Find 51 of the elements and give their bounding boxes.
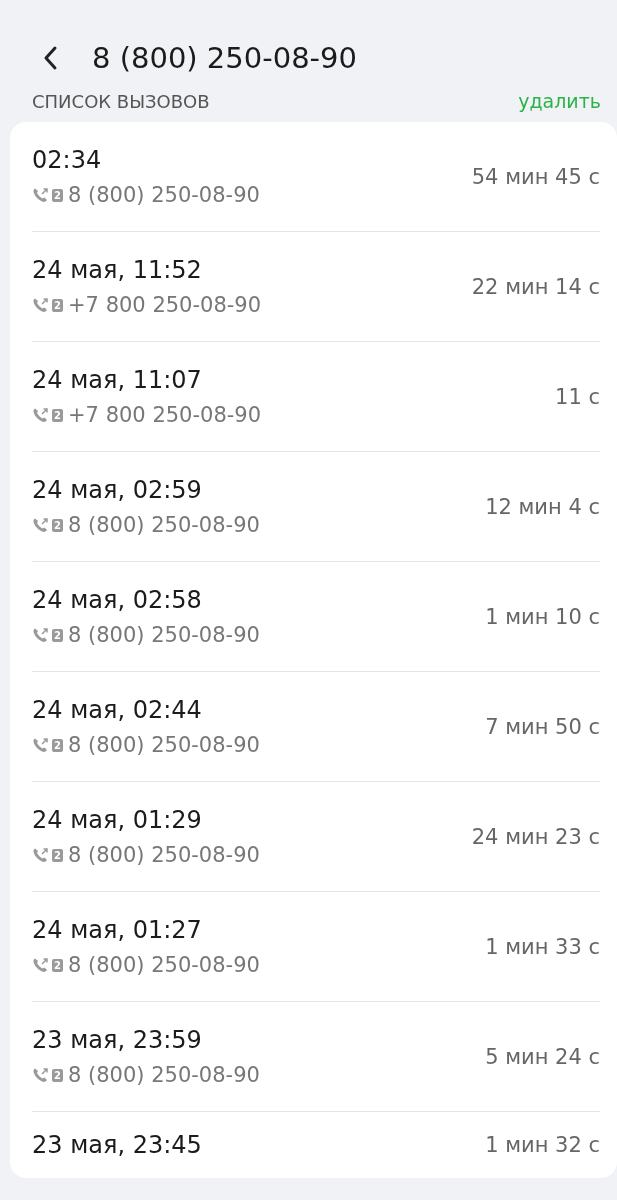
sim-badge: 2	[52, 188, 63, 202]
call-duration: 11 с	[555, 384, 600, 409]
sim-badge: 2	[52, 298, 63, 312]
call-duration: 24 мин 23 с	[471, 824, 600, 849]
outgoing-call-icon	[32, 407, 49, 423]
phone-number: 8 (800) 250-08-90	[68, 1063, 260, 1087]
phone-number: +7 800 250-08-90	[68, 403, 262, 427]
phone-number: 8 (800) 250-08-90	[68, 623, 260, 647]
outgoing-call-icon	[32, 187, 49, 203]
section-title: СПИСОК ВЫЗОВОВ	[32, 90, 210, 112]
outgoing-call-icon	[32, 737, 49, 753]
call-duration: 7 мин 50 с	[485, 714, 600, 739]
sim-badge: 2	[52, 1068, 63, 1082]
call-duration: 1 мин 33 с	[485, 934, 600, 959]
sim-badge: 2	[52, 738, 63, 752]
call-time: 23 мая, 23:45	[32, 1131, 202, 1159]
call-duration: 12 мин 4 с	[485, 494, 600, 519]
call-duration: 22 мин 14 с	[471, 274, 600, 299]
phone-number: +7 800 250-08-90	[68, 293, 262, 317]
outgoing-call-icon	[32, 957, 49, 973]
delete-link[interactable]: удалить	[518, 90, 601, 112]
call-time: 23 мая, 23:59	[32, 1026, 203, 1054]
call-time: 02:34	[32, 146, 103, 174]
sim-badge: 2	[52, 848, 63, 862]
call-time: 24 мая, 02:59	[32, 476, 203, 504]
call-time: 24 мая, 02:58	[32, 586, 203, 614]
outgoing-call-icon	[32, 517, 49, 533]
call-time: 24 мая, 02:44	[32, 696, 203, 724]
page-title: 8 (800) 250-08-90	[92, 41, 357, 75]
outgoing-call-icon	[32, 627, 49, 643]
phone-number: 8 (800) 250-08-90	[68, 513, 260, 537]
call-duration: 5 мин 24 с	[485, 1044, 600, 1069]
call-time: 24 мая, 01:29	[32, 806, 203, 834]
call-time: 24 мая, 01:27	[32, 916, 203, 944]
call-time: 24 мая, 11:52	[32, 256, 203, 284]
outgoing-call-icon	[32, 297, 49, 313]
phone-number: 8 (800) 250-08-90	[68, 733, 260, 757]
outgoing-call-icon	[32, 847, 49, 863]
sim-badge: 2	[52, 408, 63, 422]
sim-badge: 2	[52, 628, 63, 642]
phone-number: 8 (800) 250-08-90	[68, 843, 260, 867]
call-duration: 1 мин 32 с	[485, 1133, 600, 1157]
call-duration: 1 мин 10 с	[485, 604, 600, 629]
sim-badge: 2	[52, 518, 63, 532]
sim-badge: 2	[52, 958, 63, 972]
call-duration: 54 мин 45 с	[471, 164, 600, 189]
phone-number: 8 (800) 250-08-90	[68, 183, 260, 207]
back-icon[interactable]	[42, 45, 58, 71]
call-time: 24 мая, 11:07	[32, 366, 203, 394]
outgoing-call-icon	[32, 1067, 49, 1083]
phone-number: 8 (800) 250-08-90	[68, 953, 260, 977]
